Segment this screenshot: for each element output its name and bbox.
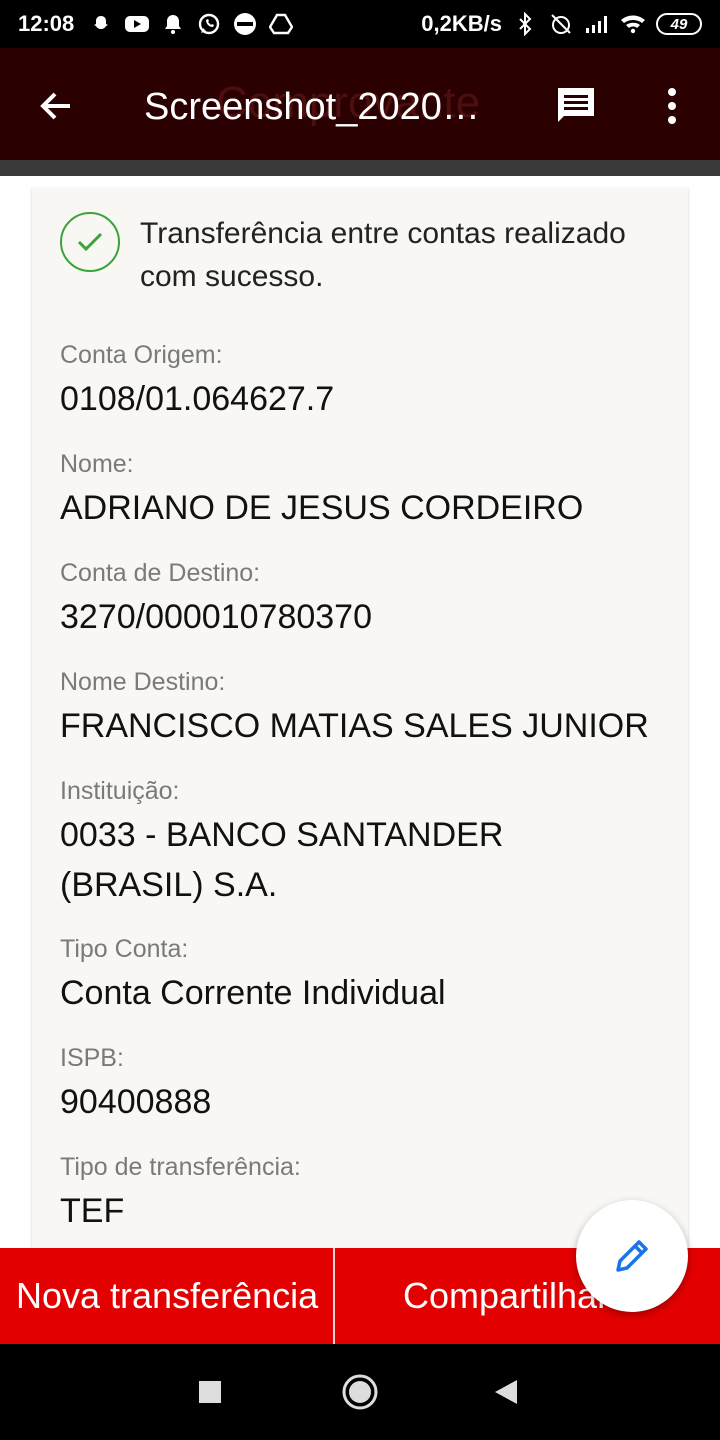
field-nome: Nome: ADRIANO DE JESUS CORDEIRO [60,449,583,533]
arrow-left-icon [40,92,70,120]
field-value: FRANCISCO MATIAS SALES JUNIOR [60,707,649,745]
recents-square-icon [199,1381,221,1403]
status-time: 12:08 [18,11,75,36]
more-vert-icon [668,88,676,124]
back-nav-button[interactable] [484,1370,528,1414]
navigation-bar [0,1344,720,1440]
recents-button[interactable] [188,1370,232,1414]
field-label: Conta de Destino: [60,559,261,587]
message-button[interactable] [548,78,604,134]
alarm-off-icon [548,11,574,37]
new-transfer-button[interactable]: Nova transferência [0,1248,333,1344]
field-instituicao: Instituição: 0033 - BANCO SANTANDER (BRA… [60,776,660,910]
home-button[interactable] [338,1370,382,1414]
back-button[interactable] [28,78,84,134]
field-value: 90400888 [60,1083,212,1121]
success-message: Transferência entre contas realizado com… [140,217,626,293]
field-label: Nome: [60,450,134,478]
field-conta-destino: Conta de Destino: 3270/000010780370 [60,558,372,642]
bet365-icon [232,11,258,37]
receipt-card: Transferência entre contas realizado com… [32,188,688,1248]
notification-icons [88,11,294,37]
page-title: Screenshot_2020… [144,86,480,128]
home-circle-icon [342,1374,378,1410]
field-label: Tipo Conta: [60,935,189,963]
bluetooth-icon [512,11,538,37]
content-area[interactable]: Transferência entre contas realizado com… [0,176,720,1248]
field-value: TEF [60,1192,125,1230]
field-label: ISPB: [60,1044,124,1072]
field-value: 3270/000010780370 [60,598,372,636]
pencil-icon [616,1240,648,1272]
battery-icon: 49 [656,13,702,35]
check-circle-icon [60,212,120,272]
system-status-icons: 0,2KB/s 49 [421,11,702,37]
field-nome-destino: Nome Destino: FRANCISCO MATIAS SALES JUN… [60,667,649,751]
net-speed: 0,2KB/s [421,11,502,36]
field-value: Conta Corrente Individual [60,974,446,1012]
whatsapp-icon [196,11,222,37]
field-label: Tipo de transferência: [60,1153,301,1181]
success-banner: Transferência entre contas realizado com… [60,212,680,298]
field-value: ADRIANO DE JESUS CORDEIRO [60,489,584,527]
edit-fab[interactable] [576,1200,688,1312]
field-value: 0033 - BANCO SANTANDER (BRASIL) S.A. [60,816,504,904]
more-options-button[interactable] [644,78,700,134]
snapchat-icon [88,11,114,37]
field-conta-origem: Conta Origem: 0108/01.064627.7 [60,340,334,424]
field-ispb: ISPB: 90400888 [60,1043,211,1127]
message-icon [558,88,594,122]
field-value: 0108/01.064627.7 [60,380,335,418]
signal-icon [584,11,610,37]
drive-icon [268,11,294,37]
field-label: Nome Destino: [60,668,226,696]
bell-icon [160,11,186,37]
youtube-icon [124,11,150,37]
wifi-icon [620,11,646,37]
back-triangle-icon [495,1380,517,1404]
appbar-shadow [0,160,720,176]
app-bar: Comprovante Screenshot_2020… [0,48,720,160]
field-tipo-conta: Tipo Conta: Conta Corrente Individual [60,934,446,1018]
status-bar: 12:08 0,2KB/s 49 [0,0,720,48]
field-label: Conta Origem: [60,341,223,369]
field-label: Instituição: [60,777,180,805]
field-tipo-transferencia: Tipo de transferência: TEF [60,1152,301,1236]
